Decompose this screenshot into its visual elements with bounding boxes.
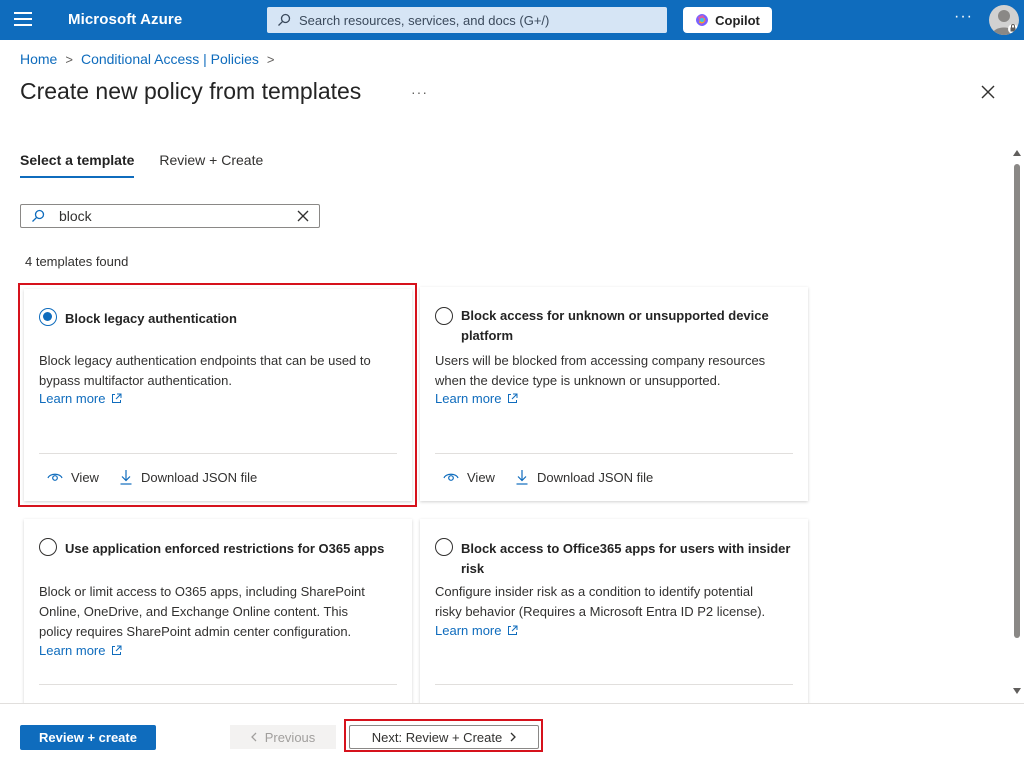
next-label: Next: Review + Create — [371, 729, 503, 745]
chevron-right-icon: > — [65, 51, 73, 67]
scroll-thumb[interactable] — [1014, 164, 1020, 638]
download-label: Download JSON file — [140, 469, 258, 485]
template-radio[interactable] — [435, 538, 453, 556]
top-bar: Microsoft Azure Search resources, servic… — [0, 0, 1024, 40]
template-card-app-enforced-restrictions[interactable]: Use application enforced restrictions fo… — [24, 519, 412, 719]
learn-more-link[interactable]: Learn more — [435, 391, 518, 406]
results-count: 4 templates found — [25, 254, 129, 269]
download-icon — [120, 470, 132, 485]
next-review-create-button[interactable]: Next: Review + Create — [349, 725, 539, 749]
view-label: View — [467, 469, 495, 485]
tab-review-create[interactable]: Review + Create — [159, 152, 263, 178]
external-link-icon — [508, 625, 518, 635]
learn-more-link[interactable]: Learn more — [435, 623, 518, 638]
template-title: Block access to Office365 apps for users… — [461, 541, 791, 576]
close-icon[interactable] — [979, 83, 997, 101]
review-create-button[interactable]: Review + create — [20, 725, 156, 750]
download-json-button[interactable]: Download JSON file — [515, 469, 653, 485]
search-icon — [278, 13, 291, 26]
more-options-icon[interactable]: ··· — [954, 8, 973, 26]
clear-search-button[interactable] — [291, 205, 315, 227]
template-radio[interactable] — [39, 308, 57, 326]
card-divider — [39, 684, 397, 685]
breadcrumb-conditional-access[interactable]: Conditional Access | Policies — [81, 51, 259, 67]
wizard-footer: Review + create Previous Next: Review + … — [0, 703, 1024, 768]
page-title: Create new policy from templates — [20, 78, 362, 104]
chevron-left-icon — [250, 732, 257, 742]
card-divider — [435, 453, 793, 454]
user-avatar-icon — [992, 10, 1018, 35]
previous-label: Previous — [264, 729, 316, 745]
close-icon — [297, 210, 309, 222]
scroll-down-icon[interactable] — [1013, 688, 1021, 694]
learn-more-label: Learn more — [39, 391, 106, 406]
learn-more-label: Learn more — [435, 623, 502, 638]
vertical-scrollbar[interactable] — [1012, 148, 1022, 696]
search-placeholder: Search resources, services, and docs (G+… — [299, 12, 550, 28]
scroll-up-icon[interactable] — [1013, 150, 1021, 156]
copilot-label: Copilot — [715, 12, 760, 28]
eye-icon — [443, 473, 459, 481]
download-label: Download JSON file — [536, 469, 654, 485]
copilot-button[interactable]: Copilot — [683, 7, 772, 33]
external-link-icon — [112, 645, 122, 655]
card-divider — [39, 453, 397, 454]
card-actions: View Download JSON file — [47, 469, 257, 485]
external-link-icon — [112, 393, 122, 403]
template-title: Block legacy authentication — [65, 311, 237, 326]
view-button[interactable]: View — [47, 470, 99, 485]
card-divider — [435, 684, 793, 685]
template-card-block-legacy-auth[interactable]: Block legacy authentication Block legacy… — [24, 289, 412, 501]
breadcrumb: Home > Conditional Access | Policies > — [20, 51, 275, 67]
template-title: Block access for unknown or unsupported … — [461, 308, 769, 343]
template-description: Users will be blocked from accessing com… — [435, 353, 766, 388]
download-json-button[interactable]: Download JSON file — [119, 469, 257, 485]
title-more-icon[interactable]: ··· — [411, 84, 428, 100]
chevron-right-icon: > — [266, 51, 275, 67]
template-card-insider-risk[interactable]: Block access to Office365 apps for users… — [420, 519, 808, 719]
external-link-icon — [508, 393, 518, 403]
template-description: Block legacy authentication endpoints th… — [39, 353, 371, 388]
view-button[interactable]: View — [443, 470, 495, 485]
template-radio[interactable] — [435, 307, 453, 325]
tab-select-template[interactable]: Select a template — [20, 152, 135, 178]
learn-more-link[interactable]: Learn more — [39, 643, 122, 658]
template-title: Use application enforced restrictions fo… — [65, 541, 385, 556]
copilot-icon — [696, 14, 709, 26]
breadcrumb-home[interactable]: Home — [20, 51, 57, 67]
previous-button[interactable]: Previous — [230, 725, 336, 749]
learn-more-label: Learn more — [435, 391, 502, 406]
card-actions: View Download JSON file — [443, 469, 653, 485]
template-card-block-unknown-device[interactable]: Block access for unknown or unsupported … — [420, 287, 808, 501]
eye-icon — [47, 473, 63, 481]
search-icon — [32, 209, 45, 222]
template-description: Block or limit access to O365 apps, incl… — [39, 584, 365, 639]
view-label: View — [71, 469, 99, 485]
learn-more-link[interactable]: Learn more — [39, 391, 122, 406]
chevron-right-icon — [510, 732, 517, 742]
avatar[interactable] — [989, 5, 1019, 35]
template-radio[interactable] — [39, 538, 57, 556]
template-search-input[interactable]: block — [20, 204, 320, 228]
download-icon — [516, 470, 528, 485]
brand-title[interactable]: Microsoft Azure — [68, 11, 182, 28]
template-description: Configure insider risk as a condition to… — [435, 584, 766, 619]
learn-more-label: Learn more — [39, 643, 106, 658]
global-search-input[interactable]: Search resources, services, and docs (G+… — [267, 7, 667, 33]
menu-icon[interactable] — [14, 12, 32, 28]
wizard-tabs: Select a template Review + Create — [20, 152, 263, 178]
search-value: block — [59, 208, 92, 224]
